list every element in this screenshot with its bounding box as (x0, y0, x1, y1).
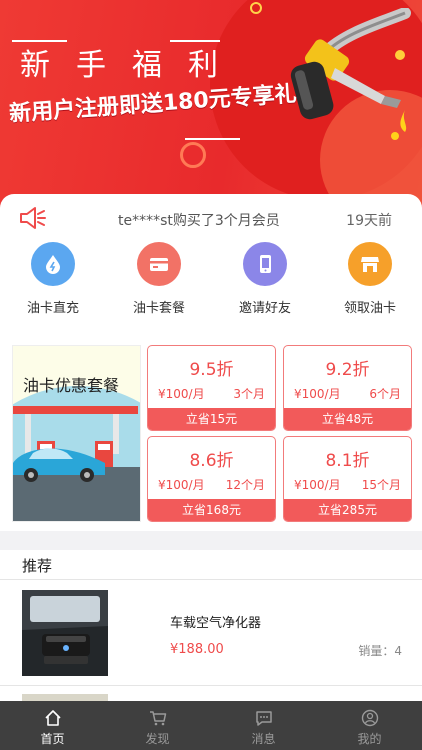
package-price: ¥100/月 (294, 387, 341, 401)
package-card[interactable]: 8.1折 ¥100/月 15个月 立省285元 (283, 436, 412, 522)
quick-nav: 油卡直充 油卡套餐 邀请好友 领取油卡 (0, 242, 422, 322)
package-section: 油卡优惠套餐 9.5折 ¥100/月 3个月 立省15元 9.2折 ¥100/月… (0, 336, 422, 531)
package-saving: 立省48元 (284, 408, 411, 430)
tab-bar: 首页 发现 消息 我的 (0, 701, 422, 750)
product-name: 车载空气净化器 (170, 616, 262, 631)
package-banner[interactable]: 油卡优惠套餐 (12, 345, 141, 522)
gas-station-illustration (13, 406, 140, 521)
tab-home[interactable]: 首页 (0, 701, 105, 750)
speaker-icon (20, 207, 46, 229)
tab-label: 发现 (145, 732, 170, 746)
package-saving: 立省285元 (284, 499, 411, 521)
nav-label: 邀请好友 (238, 301, 291, 316)
tab-label: 首页 (40, 732, 65, 746)
notice-text: te****st购买了3个月会员 (118, 213, 280, 229)
nav-label: 领取油卡 (343, 301, 396, 316)
card-icon (137, 242, 181, 286)
nav-label: 油卡直充 (26, 301, 79, 316)
product-image (22, 590, 108, 676)
package-months: 15个月 (361, 478, 401, 492)
tab-discover[interactable]: 发现 (105, 701, 210, 750)
product-item[interactable]: 车载空气净化器 ¥188.00 销量：4 (0, 580, 422, 686)
tab-label: 我的 (357, 732, 382, 746)
package-saving: 立省15元 (148, 408, 275, 430)
recommend-header: 推荐 (0, 550, 422, 580)
nav-label: 油卡套餐 (132, 301, 185, 316)
package-discount: 9.2折 (325, 360, 370, 380)
product-sales: 销量：4 (358, 644, 402, 658)
tab-mine[interactable]: 我的 (317, 701, 422, 750)
cart-icon (149, 711, 166, 726)
nav-item-claim[interactable]: 领取油卡 (320, 242, 420, 316)
tab-label: 消息 (251, 732, 276, 746)
package-discount: 8.1折 (325, 451, 370, 471)
tab-messages[interactable]: 消息 (211, 701, 316, 750)
package-price: ¥100/月 (158, 478, 205, 492)
fuel-nozzle-icon (290, 8, 411, 140)
package-months: 3个月 (233, 387, 265, 401)
nav-item-recharge[interactable]: 油卡直充 (3, 242, 103, 316)
package-saving: 立省168元 (148, 499, 275, 521)
package-price: ¥100/月 (294, 478, 341, 492)
notice-bar[interactable]: te****st购买了3个月会员 19天前 (0, 200, 422, 236)
package-card[interactable]: 9.5折 ¥100/月 3个月 立省15元 (147, 345, 276, 431)
package-card[interactable]: 8.6折 ¥100/月 12个月 立省168元 (147, 436, 276, 522)
banner-line (185, 138, 240, 140)
package-months: 6个月 (369, 387, 401, 401)
banner-title: 新手福利 (20, 48, 244, 83)
welfare-banner[interactable]: 新手福利 新用户注册即送180元专享礼包 (0, 0, 422, 215)
phone-icon (243, 242, 287, 286)
notice-time: 19天前 (346, 213, 392, 229)
drop-icon (31, 242, 75, 286)
home-icon (44, 710, 61, 726)
recommend-title: 推荐 (22, 557, 53, 575)
banner-decor (250, 2, 262, 14)
package-discount: 9.5折 (189, 360, 234, 380)
nav-item-package[interactable]: 油卡套餐 (109, 242, 209, 316)
package-card[interactable]: 9.2折 ¥100/月 6个月 立省48元 (283, 345, 412, 431)
product-price: ¥188.00 (170, 642, 224, 657)
package-months: 12个月 (225, 478, 265, 492)
package-title: 油卡优惠套餐 (23, 376, 120, 395)
shop-icon (348, 242, 392, 286)
message-icon (255, 711, 272, 726)
user-icon (361, 709, 378, 727)
home-page: 新手福利 新用户注册即送180元专享礼包 te****st购买了3个月会员 19… (0, 0, 422, 750)
nav-item-invite[interactable]: 邀请好友 (215, 242, 315, 316)
banner-decor (180, 142, 206, 168)
notice-card: te****st购买了3个月会员 19天前 油卡直充 油卡套餐 邀请好友 领取油… (0, 194, 422, 336)
package-discount: 8.6折 (189, 451, 234, 471)
package-price: ¥100/月 (158, 387, 205, 401)
